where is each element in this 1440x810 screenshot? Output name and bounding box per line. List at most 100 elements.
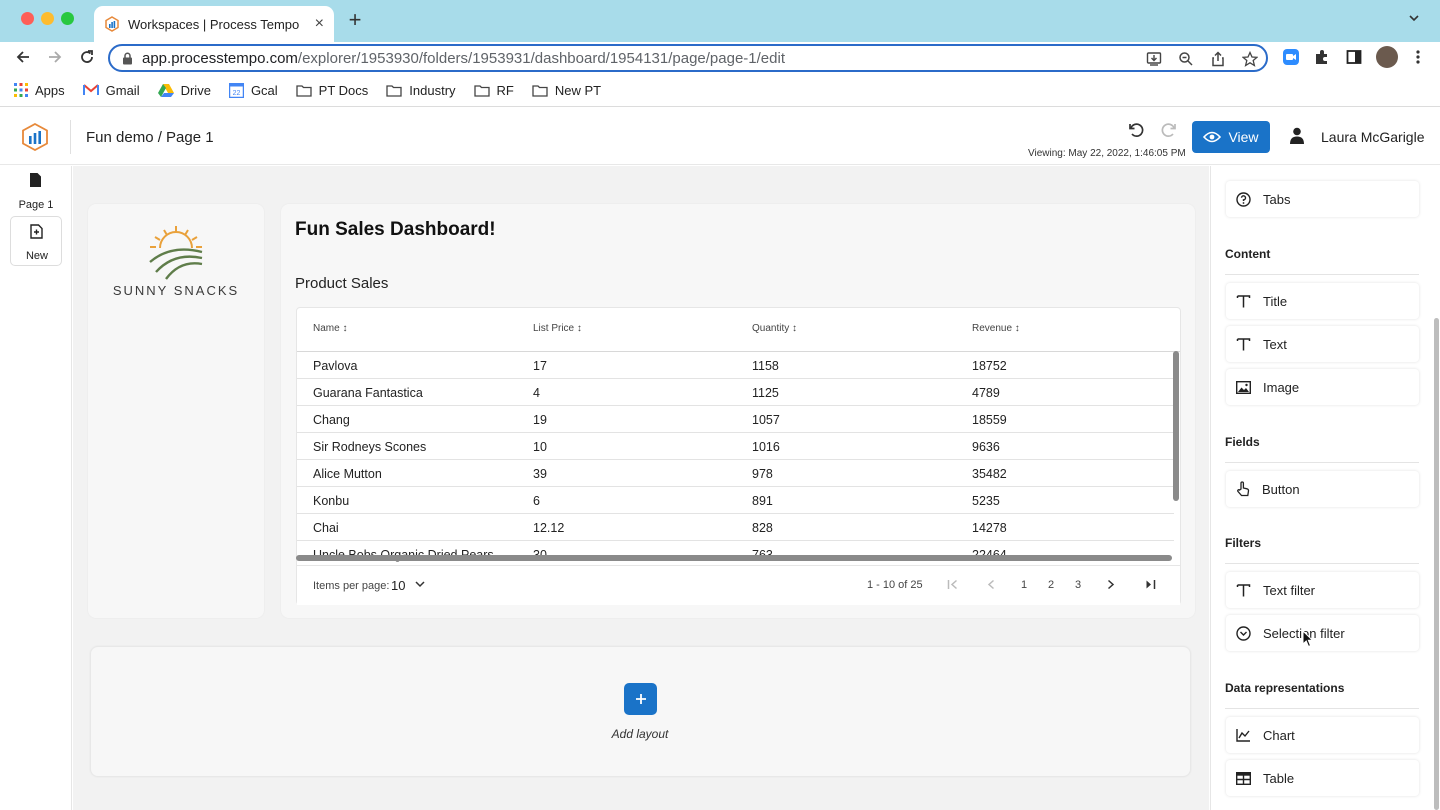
install-app-icon[interactable] (1146, 51, 1162, 67)
items-per-page-select[interactable]: 10 (391, 578, 405, 593)
back-arrow-icon[interactable] (14, 48, 32, 66)
table-cell: 39 (533, 467, 547, 481)
bookmark-gmail[interactable]: Gmail (82, 83, 140, 98)
add-layout-label: Add layout (611, 727, 669, 741)
table-cell: 12.12 (533, 521, 565, 535)
table-row[interactable]: Sir Rodneys Scones 10 1016 9636 (297, 433, 1174, 460)
text-t-icon (1236, 294, 1251, 307)
folder-icon (532, 84, 548, 97)
profile-avatar[interactable] (1376, 46, 1398, 68)
previous-page-icon[interactable] (987, 579, 995, 590)
table-row[interactable]: Chai 12.12 828 14278 (297, 514, 1174, 541)
table-cell: 9636 (972, 440, 1000, 454)
widget-chart[interactable]: Chart (1226, 717, 1419, 753)
page-2-button[interactable]: 2 (1048, 579, 1054, 591)
first-page-icon[interactable] (947, 579, 958, 590)
folder-icon (473, 84, 490, 97)
items-per-page-label: Items per page: (313, 580, 390, 592)
widget-text[interactable]: Text (1226, 326, 1419, 362)
chevron-down-icon[interactable] (415, 581, 425, 588)
drive-icon (157, 84, 174, 97)
table-cell: 978 (752, 467, 773, 481)
bookmark-rf[interactable]: RF (473, 83, 514, 98)
new-tab-button[interactable]: + (344, 9, 366, 32)
column-header-revenue[interactable]: Revenue ↕ (972, 323, 1020, 334)
table-cell: 4 (533, 386, 540, 400)
view-button[interactable]: View (1192, 121, 1270, 153)
table-cell: 4789 (972, 386, 1000, 400)
column-header-list-price[interactable]: List Price ↕ (533, 323, 582, 334)
share-icon[interactable] (1210, 51, 1226, 67)
process-tempo-logo-icon[interactable] (22, 123, 48, 151)
maximize-window-button[interactable] (61, 12, 74, 25)
minimize-window-button[interactable] (41, 12, 54, 25)
dashboard-title[interactable]: Fun Sales Dashboard! (295, 219, 496, 241)
bookmark-industry[interactable]: Industry (386, 83, 456, 98)
widget-table[interactable]: Table (1226, 760, 1419, 796)
browser-menu-icon[interactable] (1412, 49, 1424, 65)
page-1-button[interactable]: 1 (1021, 579, 1027, 591)
table-cell: 18752 (972, 359, 1007, 373)
section-filters-title: Filters (1225, 536, 1262, 550)
side-panel-icon[interactable] (1346, 49, 1362, 65)
browser-tab[interactable]: Workspaces | Process Tempo × (94, 6, 334, 42)
bookmark-gcal[interactable]: 22 Gcal (228, 82, 278, 98)
page-tab-label[interactable]: Page 1 (0, 199, 72, 211)
close-window-button[interactable] (21, 12, 34, 25)
table-cell: Guarana Fantastica (313, 386, 423, 400)
panel-scrollbar[interactable] (1434, 318, 1439, 810)
forward-arrow-icon[interactable] (46, 48, 64, 66)
extensions-puzzle-icon[interactable] (1314, 49, 1330, 65)
user-name[interactable]: Laura McGarigle (1321, 129, 1425, 145)
zoom-magnifier-icon[interactable] (1178, 51, 1194, 67)
image-icon (1236, 380, 1251, 394)
divider (70, 120, 71, 154)
bookmark-drive[interactable]: Drive (157, 83, 211, 98)
widget-image[interactable]: Image (1226, 369, 1419, 405)
reload-icon[interactable] (78, 48, 96, 66)
new-page-button[interactable]: New (10, 216, 62, 266)
tab-close-icon[interactable]: × (315, 15, 324, 33)
redo-icon[interactable] (1160, 121, 1178, 139)
mouse-cursor-icon (1302, 630, 1314, 648)
table-cell: 828 (752, 521, 773, 535)
divider (1225, 274, 1419, 275)
tab-search-chevron-icon[interactable] (1408, 12, 1420, 24)
divider (1225, 462, 1419, 463)
add-layout-button[interactable] (624, 683, 657, 715)
zoom-extension-icon[interactable] (1283, 49, 1299, 65)
sunny-snacks-logo-icon (146, 224, 206, 280)
widget-text-filter[interactable]: Text filter (1226, 572, 1419, 608)
column-header-quantity[interactable]: Quantity ↕ (752, 323, 797, 334)
widget-button[interactable]: Button (1226, 471, 1419, 507)
last-page-icon[interactable] (1145, 579, 1156, 590)
bookmark-apps[interactable]: Apps (14, 83, 65, 98)
column-header-name[interactable]: Name ↕ (313, 323, 347, 334)
address-bar[interactable]: app.processtempo.com/explorer/1953930/fo… (108, 44, 1268, 72)
table-cell: 14278 (972, 521, 1007, 535)
user-icon[interactable] (1289, 127, 1305, 144)
folder-icon (386, 84, 402, 97)
undo-icon[interactable] (1127, 121, 1145, 139)
eye-icon (1203, 131, 1222, 143)
bookmark-label: Apps (35, 82, 65, 98)
widget-selection-filter[interactable]: Selection filter (1226, 615, 1419, 651)
page-3-button[interactable]: 3 (1075, 579, 1081, 591)
table-row[interactable]: Konbu 6 891 5235 (297, 487, 1174, 514)
table-row[interactable]: Guarana Fantastica 4 1125 4789 (297, 379, 1174, 406)
widget-label: Table (1263, 770, 1295, 786)
plus-icon (635, 694, 646, 704)
widget-tabs[interactable]: Tabs (1226, 181, 1419, 217)
next-page-icon[interactable] (1107, 579, 1115, 590)
widget-title[interactable]: Title (1226, 283, 1419, 319)
bookmark-star-icon[interactable] (1242, 51, 1258, 67)
bookmark-new-pt[interactable]: New PT (532, 83, 601, 98)
table-row[interactable]: Alice Mutton 39 978 35482 (297, 460, 1174, 487)
table-row[interactable]: Chang 19 1057 18559 (297, 406, 1174, 433)
table-row[interactable]: Pavlova 17 1158 18752 (297, 352, 1174, 379)
table-cell: 10 (533, 440, 547, 454)
table-horizontal-scrollbar[interactable] (296, 555, 1172, 561)
page-document-icon[interactable] (29, 172, 42, 188)
table-vertical-scrollbar[interactable] (1173, 351, 1179, 501)
bookmark-pt-docs[interactable]: PT Docs (296, 83, 368, 98)
